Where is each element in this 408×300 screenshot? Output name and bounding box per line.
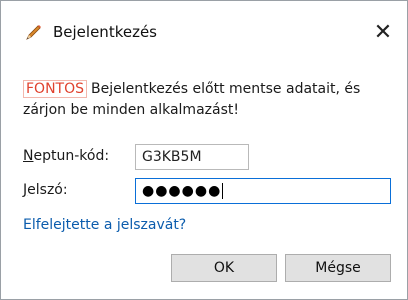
info-message: FONTOS Bejelentkezés előtt mentse adatait… bbox=[23, 79, 393, 121]
password-masked-value: ●●●●●● bbox=[142, 183, 222, 199]
login-dialog: Bejelentkezés ✕ FONTOS Bejelentkezés előt… bbox=[0, 0, 408, 300]
neptun-label: Neptun-kód: bbox=[23, 148, 109, 164]
neptun-label-text: eptun-kód: bbox=[33, 148, 110, 164]
title-bar: Bejelentkezés ✕ bbox=[1, 1, 407, 63]
neptun-label-accel: N bbox=[23, 148, 34, 164]
ok-button[interactable]: OK bbox=[171, 254, 277, 282]
dialog-title: Bejelentkezés bbox=[53, 23, 157, 41]
text-caret bbox=[222, 183, 224, 199]
cancel-button[interactable]: Mégse bbox=[285, 254, 391, 282]
pencil-icon bbox=[23, 23, 43, 43]
close-button[interactable]: ✕ bbox=[371, 21, 395, 45]
neptun-code-value: G3KB5M bbox=[142, 149, 202, 165]
password-label-text: elszó: bbox=[27, 182, 68, 198]
neptun-code-input[interactable]: G3KB5M bbox=[135, 144, 249, 170]
password-label: Jelszó: bbox=[23, 182, 68, 198]
password-input[interactable]: ●●●●●● bbox=[135, 178, 391, 204]
important-badge: FONTOS bbox=[23, 80, 88, 98]
forgot-password-link[interactable]: Elfelejtette a jelszavát? bbox=[23, 217, 186, 233]
